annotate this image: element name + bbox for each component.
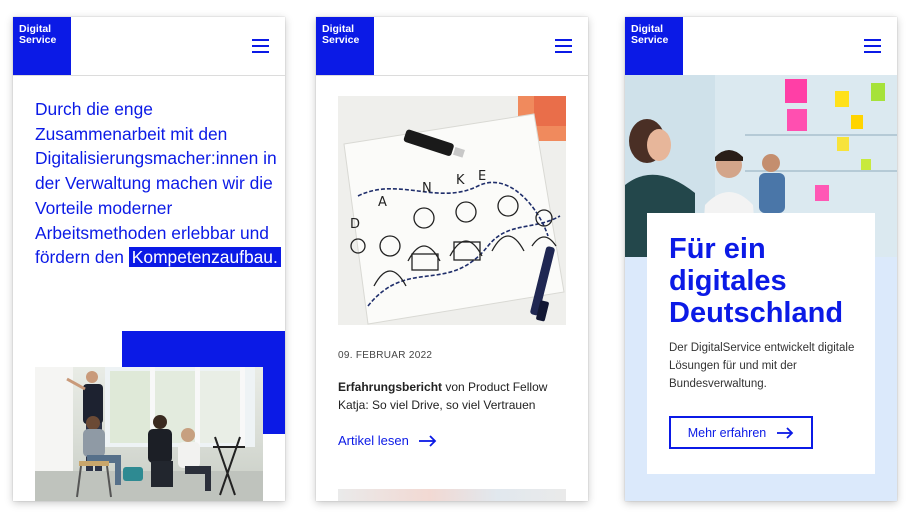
- digitalservice-logo[interactable]: Digital Service: [625, 17, 683, 75]
- article-date: 09. FEBRUAR 2022: [338, 350, 433, 361]
- logo-line-2: Service: [322, 34, 360, 46]
- team-workshop-photo: [35, 367, 263, 501]
- hamburger-menu-icon[interactable]: [555, 39, 572, 53]
- mobile-screen-intro: Digital Service Durch die enge Zusammena…: [13, 17, 285, 501]
- sketch-letter-n: N: [422, 181, 432, 196]
- mobile-screen-article: Digital Service D A N K E 09. FEBRUAR 20…: [316, 17, 588, 501]
- mobile-screen-hero: Digital Service Für ein digitales Deutsc…: [625, 17, 897, 501]
- arrow-right-icon: [418, 434, 437, 447]
- read-article-label: Artikel lesen: [338, 433, 409, 448]
- hero-title: Für ein digitales Deutschland: [669, 233, 875, 329]
- article-teaser: Erfahrungsbericht von Product Fellow Kat…: [338, 378, 568, 414]
- intro-paragraph: Durch die enge Zusammenarbeit mit den Di…: [35, 97, 281, 270]
- hamburger-menu-icon[interactable]: [252, 39, 269, 53]
- hamburger-menu-icon[interactable]: [864, 39, 881, 53]
- site-header: Digital Service: [316, 17, 588, 76]
- sketch-letter-e: E: [478, 169, 486, 184]
- logo-line-2: Service: [631, 34, 669, 46]
- digitalservice-logo[interactable]: Digital Service: [316, 17, 374, 75]
- logo-line-2: Service: [19, 34, 57, 46]
- next-article-image-peek: [338, 489, 566, 501]
- arrow-right-icon: [777, 426, 794, 439]
- site-header: Digital Service: [625, 17, 897, 76]
- learn-more-button[interactable]: Mehr erfahren: [669, 416, 813, 449]
- hero-title-line-3: Deutschland: [669, 297, 844, 329]
- sketch-letter-k: K: [456, 173, 465, 188]
- article-image-sketch[interactable]: D A N K E: [338, 96, 566, 325]
- hero-title-line-1: Für ein: [669, 233, 766, 265]
- intro-highlight: Kompetenzaufbau.: [128, 247, 281, 268]
- hero-title-line-2: digitales: [669, 265, 787, 297]
- hero-description: Der DigitalService entwickelt digitale L…: [669, 342, 855, 390]
- teaser-bold: Erfahrungsbericht: [338, 380, 443, 394]
- site-header: Digital Service: [13, 17, 285, 76]
- intro-text: Durch die enge Zusammenarbeit mit den Di…: [35, 99, 277, 268]
- sketch-letter-a: A: [378, 195, 387, 210]
- digitalservice-logo[interactable]: Digital Service: [13, 17, 71, 75]
- read-article-link[interactable]: Artikel lesen: [338, 433, 438, 448]
- sketch-letter-d: D: [350, 217, 360, 232]
- learn-more-label: Mehr erfahren: [687, 425, 767, 440]
- hero-card: Für ein digitales Deutschland Der Digita…: [647, 213, 875, 474]
